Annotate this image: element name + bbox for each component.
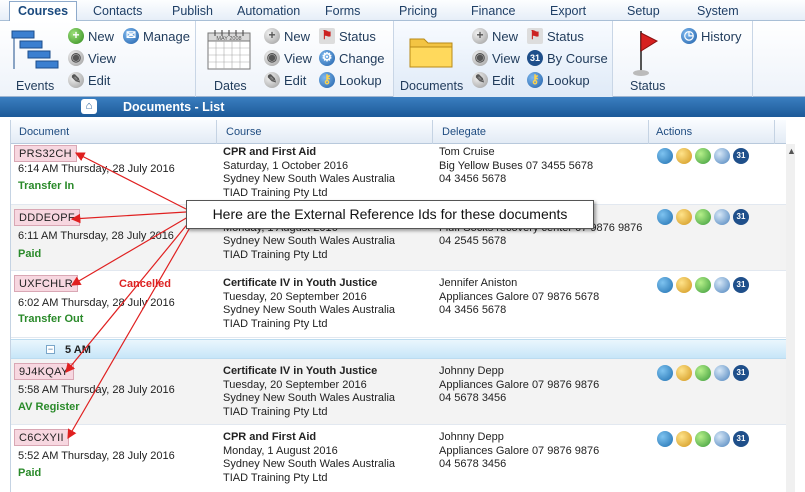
annotation-arrows: [65, 152, 193, 440]
callout-note: Here are the External Reference Ids for …: [186, 200, 594, 229]
arrow-to-prs32ch: [74, 152, 187, 210]
arrow-to-uxfchlr: [70, 216, 189, 286]
arrow-to-9j4kqay: [65, 220, 191, 373]
arrow-to-c6cxyii: [67, 223, 193, 440]
arrow-to-dddeopf: [70, 211, 187, 224]
